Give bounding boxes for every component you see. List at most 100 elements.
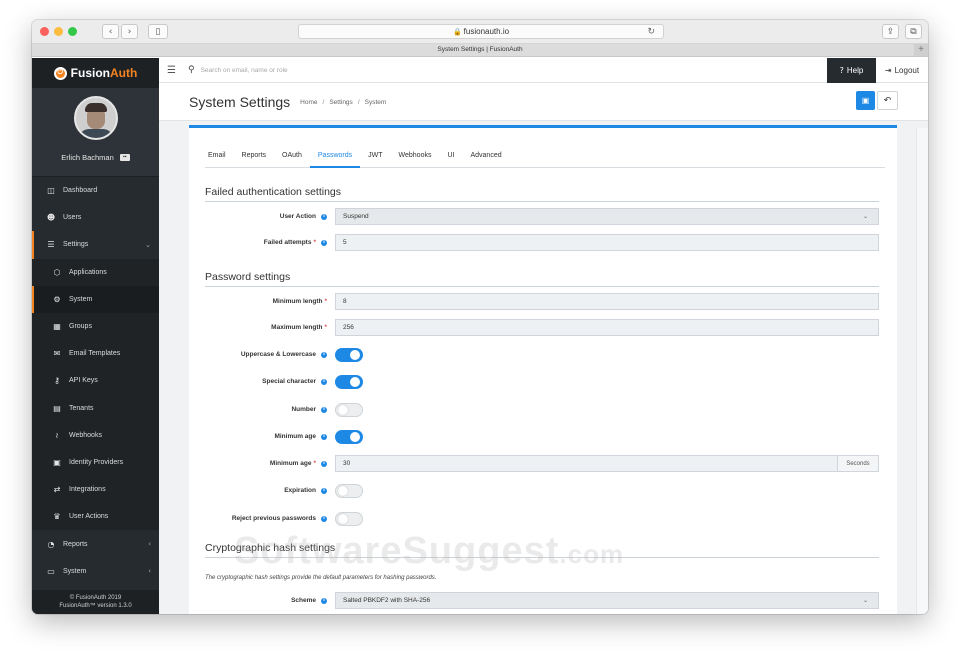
save-button[interactable]: ▣ (856, 91, 875, 110)
tab-passwords[interactable]: Passwords (309, 150, 361, 168)
cube-icon: ⬡ (53, 267, 61, 277)
tab-jwt[interactable]: JWT (360, 150, 390, 168)
info-icon[interactable]: i (321, 487, 327, 494)
reload-icon[interactable]: ↻ (647, 26, 655, 37)
breadcrumb-home[interactable]: Home (300, 99, 317, 106)
user-action-select[interactable]: Suspend ⌄ (335, 208, 879, 225)
sidebar-item-identity-providers[interactable]: ▣ Identity Providers (32, 448, 159, 477)
sidebar-item-reports[interactable]: ◔ Reports ‹ (32, 530, 159, 557)
browser-tab-title[interactable]: System Settings | FusionAuth (437, 46, 522, 53)
scrollbar[interactable] (916, 128, 928, 614)
tabs-overview-icon[interactable]: ⧉ (905, 24, 922, 39)
browser-tab-bar: System Settings | FusionAuth + (32, 44, 928, 57)
tab-email[interactable]: Email (205, 150, 234, 168)
special-char-toggle[interactable] (335, 374, 363, 389)
info-icon[interactable]: i (321, 515, 327, 522)
brand-logo[interactable]: ⏻ FusionAuth (32, 58, 159, 88)
tab-advanced[interactable]: Advanced (462, 150, 509, 168)
sidebar-item-email-templates[interactable]: ✉ Email Templates (32, 340, 159, 368)
failed-attempts-input[interactable]: 5 (335, 234, 879, 251)
sidebar-item-label: API Keys (69, 377, 98, 385)
menu-toggle-icon[interactable]: ☰ (159, 65, 184, 76)
chevron-left-icon: ‹ (148, 540, 151, 549)
reject-previous-row: Reject previous passwords i (205, 510, 879, 527)
main-content: ☰ ⚲ Search on email, name or role ? Help … (159, 58, 928, 614)
sidebar-item-label: Webhooks (69, 431, 102, 439)
scheme-select[interactable]: Salted PBKDF2 with SHA-256 ⌄ (335, 592, 879, 609)
search-input[interactable]: Search on email, name or role (201, 67, 288, 74)
expiration-row: Expiration i (205, 482, 879, 499)
tab-reports[interactable]: Reports (234, 150, 275, 168)
search-bar[interactable]: ⚲ Search on email, name or role (184, 65, 827, 75)
sidebar-toggle-icon[interactable]: ▯ (148, 24, 168, 39)
info-icon[interactable]: i (321, 433, 327, 440)
field-label: Uppercase & Lowercase i (205, 351, 335, 358)
sidebar-item-user-actions[interactable]: ♛ User Actions (32, 503, 159, 531)
field-label: Minimum length * (272, 298, 327, 305)
sidebar-item-label: Applications (69, 268, 107, 276)
info-icon[interactable]: i (321, 597, 327, 604)
min-age-toggle[interactable] (335, 429, 363, 444)
sidebar-item-api-keys[interactable]: ⚷ API Keys (32, 367, 159, 395)
breadcrumb-system: System (364, 99, 387, 106)
tab-ui[interactable]: UI (439, 150, 462, 168)
sidebar-item-tenants[interactable]: ▤ Tenants (32, 394, 159, 422)
breadcrumb-settings[interactable]: Settings (329, 99, 353, 106)
building-icon: ▤ (53, 403, 61, 413)
lock-icon: 🔒 (452, 28, 462, 36)
sidebar-item-settings[interactable]: ☰ Settings ⌄ (32, 231, 159, 259)
minimize-window-button[interactable] (54, 27, 63, 36)
chevron-down-icon: ⌄ (862, 597, 868, 604)
sidebar-item-system-settings[interactable]: ⚙ System (32, 285, 159, 313)
sidebar-item-integrations[interactable]: ⇄ Integrations (32, 476, 159, 504)
breadcrumb: Home / Settings / System (300, 99, 387, 106)
chevron-left-icon[interactable]: ‹ (102, 24, 119, 39)
sidebar-item-dashboard[interactable]: ◫ Dashboard (32, 177, 159, 204)
reject-previous-toggle[interactable] (335, 511, 363, 526)
password-section-title: Password settings (205, 271, 879, 287)
close-window-button[interactable] (40, 27, 49, 36)
info-icon[interactable]: i (321, 213, 327, 220)
min-length-input[interactable]: 8 (335, 293, 879, 310)
max-length-row: Maximum length * 256 (205, 319, 879, 336)
expiration-toggle[interactable] (335, 483, 363, 498)
share-icon[interactable]: ⇪ (882, 24, 899, 39)
sidebar-item-label: Identity Providers (69, 458, 124, 466)
users-icon: ☻ (46, 213, 56, 223)
sidebar-item-applications[interactable]: ⬡ Applications (32, 258, 159, 286)
browser-right-buttons: ⇪ ⧉ (882, 24, 922, 39)
field-label: User Action i (205, 213, 335, 220)
info-icon[interactable]: i (321, 406, 327, 413)
tab-oauth[interactable]: OAuth (274, 150, 310, 168)
new-tab-button[interactable]: + (914, 44, 928, 56)
crypto-description: The cryptographic hash settings provide … (205, 575, 437, 581)
info-icon[interactable]: i (321, 351, 327, 358)
number-toggle[interactable] (335, 402, 363, 417)
search-icon: ⚲ (188, 65, 195, 75)
min-age-input[interactable]: 30 Seconds (335, 455, 879, 472)
help-button[interactable]: ? Help (827, 58, 876, 83)
info-icon[interactable]: i (321, 460, 327, 467)
gear-icon: ⚙ (53, 294, 61, 304)
info-icon[interactable]: i (321, 239, 327, 246)
back-button[interactable]: ↶ (877, 91, 898, 110)
max-length-input[interactable]: 256 (335, 319, 879, 336)
sidebar-item-system[interactable]: ▭ System ‹ (32, 558, 159, 585)
sidebar-item-users[interactable]: ☻ Users (32, 204, 159, 231)
undo-icon: ↶ (883, 95, 892, 106)
chevron-left-icon: ‹ (148, 567, 151, 576)
sidebar-item-webhooks[interactable]: ≀ Webhooks (32, 421, 159, 449)
field-label: Failed attempts * i (205, 239, 335, 246)
browser-window: ‹ › ▯ 🔒 fusionauth.io ↻ ⇪ ⧉ System Setti… (32, 20, 928, 614)
copyright-text: © FusionAuth 2019 (69, 595, 122, 601)
avatar[interactable] (73, 96, 118, 140)
uppercase-toggle[interactable] (335, 347, 363, 362)
zoom-window-button[interactable] (68, 27, 77, 36)
tab-webhooks[interactable]: Webhooks (391, 150, 440, 168)
logout-button[interactable]: ⇥ Logout (876, 58, 928, 83)
info-icon[interactable]: i (321, 378, 327, 385)
chevron-right-icon[interactable]: › (121, 24, 138, 39)
id-card-icon[interactable]: ▪▪ (119, 154, 130, 161)
address-bar[interactable]: 🔒 fusionauth.io ↻ (298, 24, 664, 39)
sidebar-item-groups[interactable]: ▦ Groups (32, 312, 159, 341)
